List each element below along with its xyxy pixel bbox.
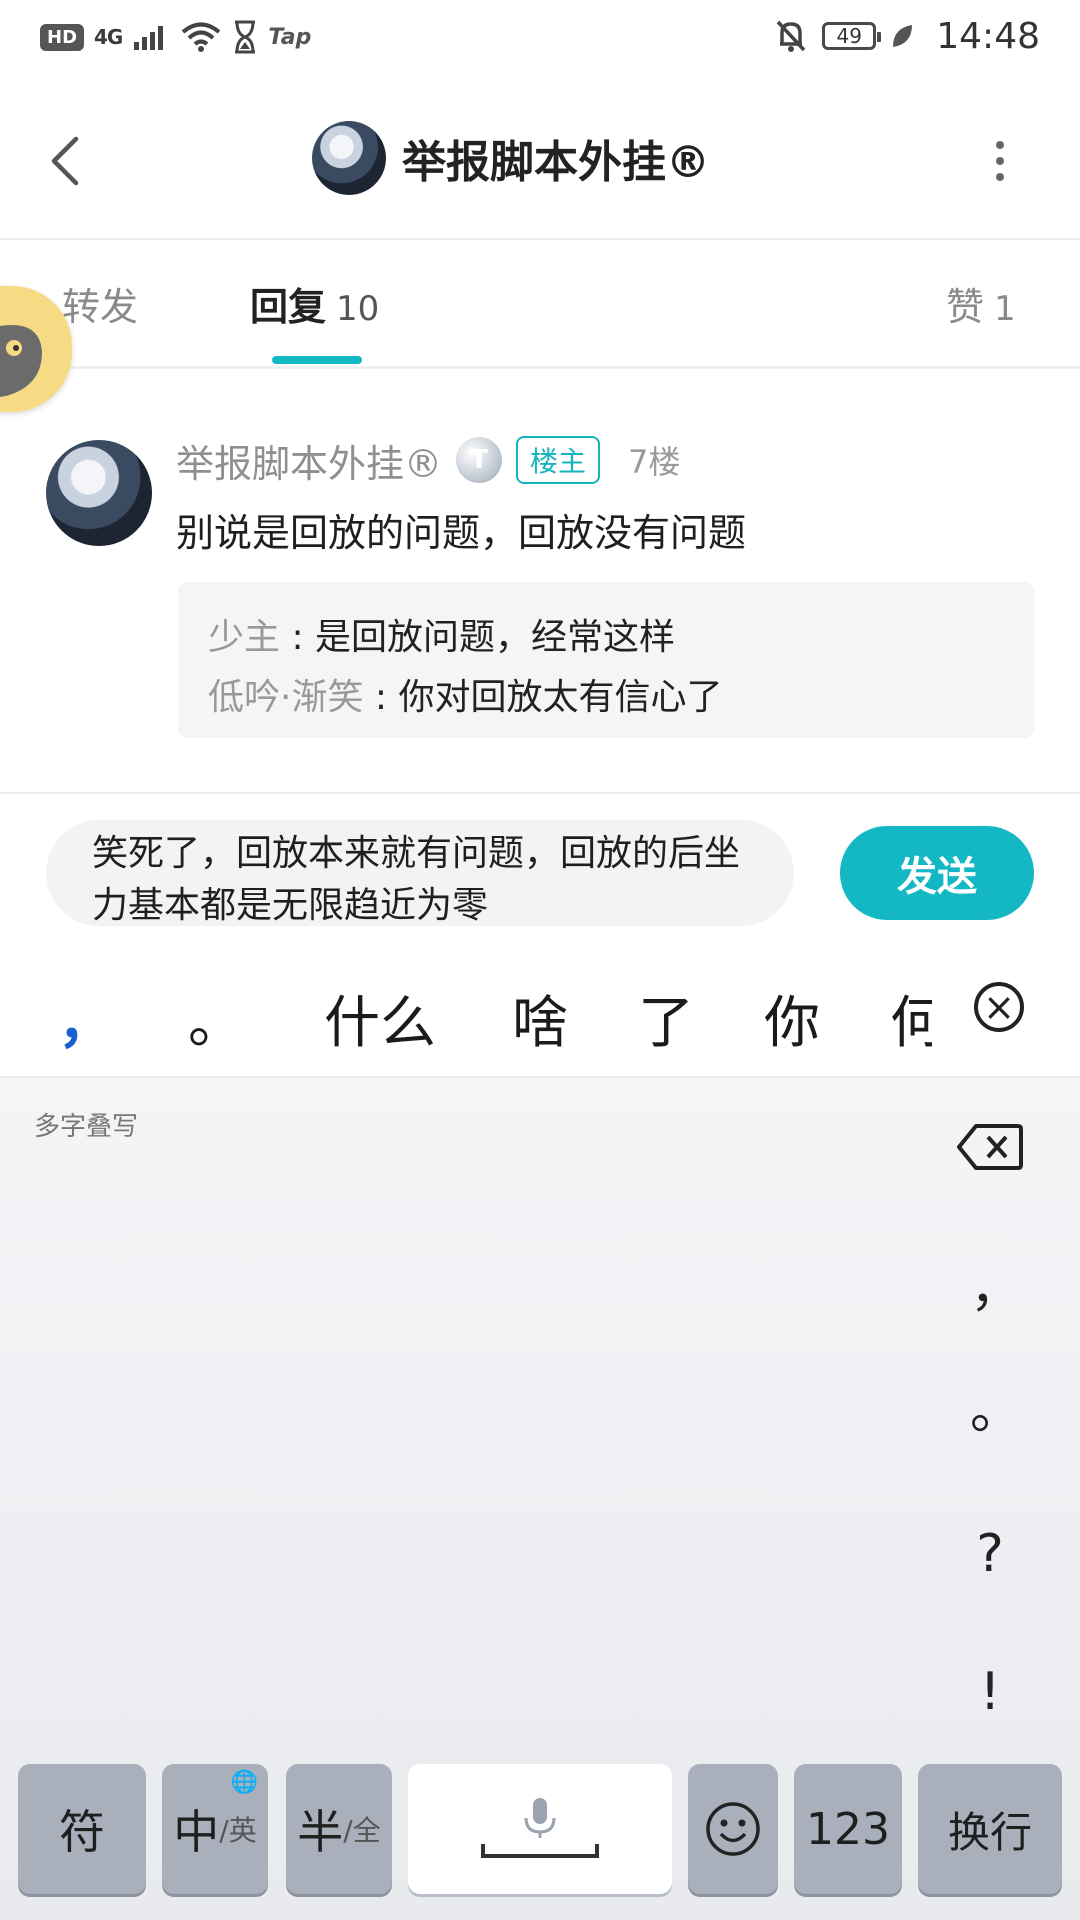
backspace-icon (957, 1124, 1023, 1170)
sub-reply-author[interactable]: 少主 (208, 617, 280, 658)
candidate-item[interactable]: 何 (890, 978, 932, 1059)
header-avatar[interactable] (312, 121, 386, 195)
more-dot (996, 173, 1004, 181)
more-vertical-icon (996, 141, 1004, 149)
comment-author-name[interactable]: 举报脚本外挂® (176, 433, 442, 488)
signal-icon (134, 26, 164, 50)
comment-author-avatar[interactable] (46, 440, 152, 546)
back-button[interactable] (40, 132, 90, 190)
hd-badge: HD (40, 23, 85, 51)
language-switch-key[interactable]: 🌐 中/英 (162, 1764, 268, 1894)
width-key-sub: /全 (343, 1814, 381, 1847)
sub-reply-separator: : (280, 617, 316, 658)
floor-number: 7楼 (628, 443, 681, 481)
reply-input-bar: 笑死了，回放本来就有问题，回放的后坐力基本都是无限趋近为零 发送 (0, 792, 1080, 950)
owner-badge: 楼主 (516, 436, 601, 484)
symbol-key-label: 符 (59, 1805, 105, 1859)
punct-key-question[interactable]: ? (970, 1524, 1010, 1584)
ime-candidate-bar: ， 。 什么 啥 了 你 何 × (0, 948, 1080, 1078)
sub-reply-author[interactable]: 低吟·渐笑 (208, 677, 363, 718)
candidate-item[interactable]: 。 (188, 978, 244, 1059)
globe-icon: 🌐 (230, 1770, 258, 1795)
width-key-main: 半 (297, 1805, 344, 1859)
sub-reply-text: 你对回放太有信心了 (398, 677, 723, 718)
tab-repost-label: 转发 (62, 285, 139, 329)
back-arrow-icon (51, 136, 79, 186)
symbol-key[interactable]: 符 (18, 1764, 146, 1894)
tab-reply[interactable]: 回复 10 (250, 276, 379, 331)
tab-reply-label: 回复 (250, 285, 327, 329)
comment-author-row: 举报脚本外挂® T 楼主 7楼 (176, 432, 680, 488)
battery-level: 49 (836, 24, 862, 48)
active-tab-indicator (272, 356, 362, 364)
battery-indicator: 49 (822, 22, 882, 50)
clock: 14:48 (936, 15, 1040, 57)
candidate-item[interactable]: ， (58, 978, 114, 1059)
sub-reply-item[interactable]: 低吟·渐笑 : 你对回放太有信心了 (208, 668, 722, 720)
backspace-key[interactable] (956, 1122, 1024, 1172)
tab-like-label: 赞 (946, 285, 985, 329)
handwriting-hint: 多字叠写 (34, 1112, 139, 1142)
sub-reply-text: 是回放问题，经常这样 (315, 617, 676, 658)
emoji-icon (706, 1802, 760, 1856)
enter-key-label: 换行 (947, 1807, 1032, 1857)
header-title-group: 举报脚本外挂® (312, 118, 710, 198)
sub-reply-item[interactable]: 少主 : 是回放问题，经常这样 (208, 608, 675, 660)
language-key-sub: /英 (219, 1814, 257, 1847)
space-voice-key[interactable] (408, 1764, 672, 1894)
tap-app-indicator: Tap (268, 24, 312, 50)
number-key-label: 123 (806, 1803, 890, 1855)
enter-key[interactable]: 换行 (918, 1764, 1062, 1894)
wifi-icon (182, 22, 221, 52)
width-switch-key[interactable]: 半/全 (286, 1764, 392, 1894)
tab-bar: 转发 回复 10 赞1 (0, 240, 1080, 369)
sub-reply-separator: : (363, 677, 399, 718)
mute-bell-icon (776, 20, 806, 52)
close-candidates-icon[interactable]: × (974, 982, 1024, 1032)
punct-key-comma[interactable]: ， (970, 1246, 1022, 1321)
hourglass-icon (235, 20, 256, 54)
level-badge-icon: T (456, 437, 503, 483)
comment-text[interactable]: 别说是回放的问题，回放没有问题 (176, 502, 746, 557)
status-bar: HD 4G Tap 49 14:48 (0, 0, 1080, 74)
more-options-button[interactable] (980, 132, 1020, 190)
sub-replies-box[interactable]: 少主 : 是回放问题，经常这样 低吟·渐笑 : 你对回放太有信心了 (178, 582, 1034, 738)
microphone-icon (524, 1798, 556, 1838)
tab-repost[interactable]: 转发 (62, 276, 138, 331)
punct-key-exclaim[interactable]: ! (970, 1662, 1010, 1722)
language-key-main: 中 (173, 1805, 220, 1859)
candidate-item[interactable]: 了 (638, 978, 694, 1059)
send-button[interactable]: 发送 (840, 826, 1034, 920)
network-type: 4G (94, 25, 123, 49)
comment-item: 举报脚本外挂® T 楼主 7楼 别说是回放的问题，回放没有问题 少主 : 是回放… (0, 366, 1080, 790)
more-dot (996, 157, 1004, 165)
status-left: HD 4G Tap (40, 18, 311, 56)
leaf-icon (893, 25, 913, 47)
number-key[interactable]: 123 (794, 1764, 902, 1894)
tab-like-count: 1 (994, 289, 1016, 329)
space-bar-icon (481, 1844, 599, 1858)
tab-like[interactable]: 赞1 (946, 276, 1016, 331)
tab-reply-count: 10 (336, 289, 380, 329)
page-header: 举报脚本外挂® (0, 80, 1080, 240)
emoji-key[interactable] (688, 1764, 778, 1894)
candidate-item[interactable]: 啥 (512, 978, 568, 1059)
candidate-item[interactable]: 什么 (324, 978, 436, 1059)
punct-key-period[interactable]: 。 (970, 1368, 1022, 1443)
candidate-item[interactable]: 你 (764, 978, 820, 1059)
reply-input-text[interactable]: 笑死了，回放本来就有问题，回放的后坐力基本都是无限趋近为零 (92, 828, 752, 932)
status-right: 49 14:48 (774, 14, 1040, 58)
page-title: 举报脚本外挂® (402, 137, 710, 188)
